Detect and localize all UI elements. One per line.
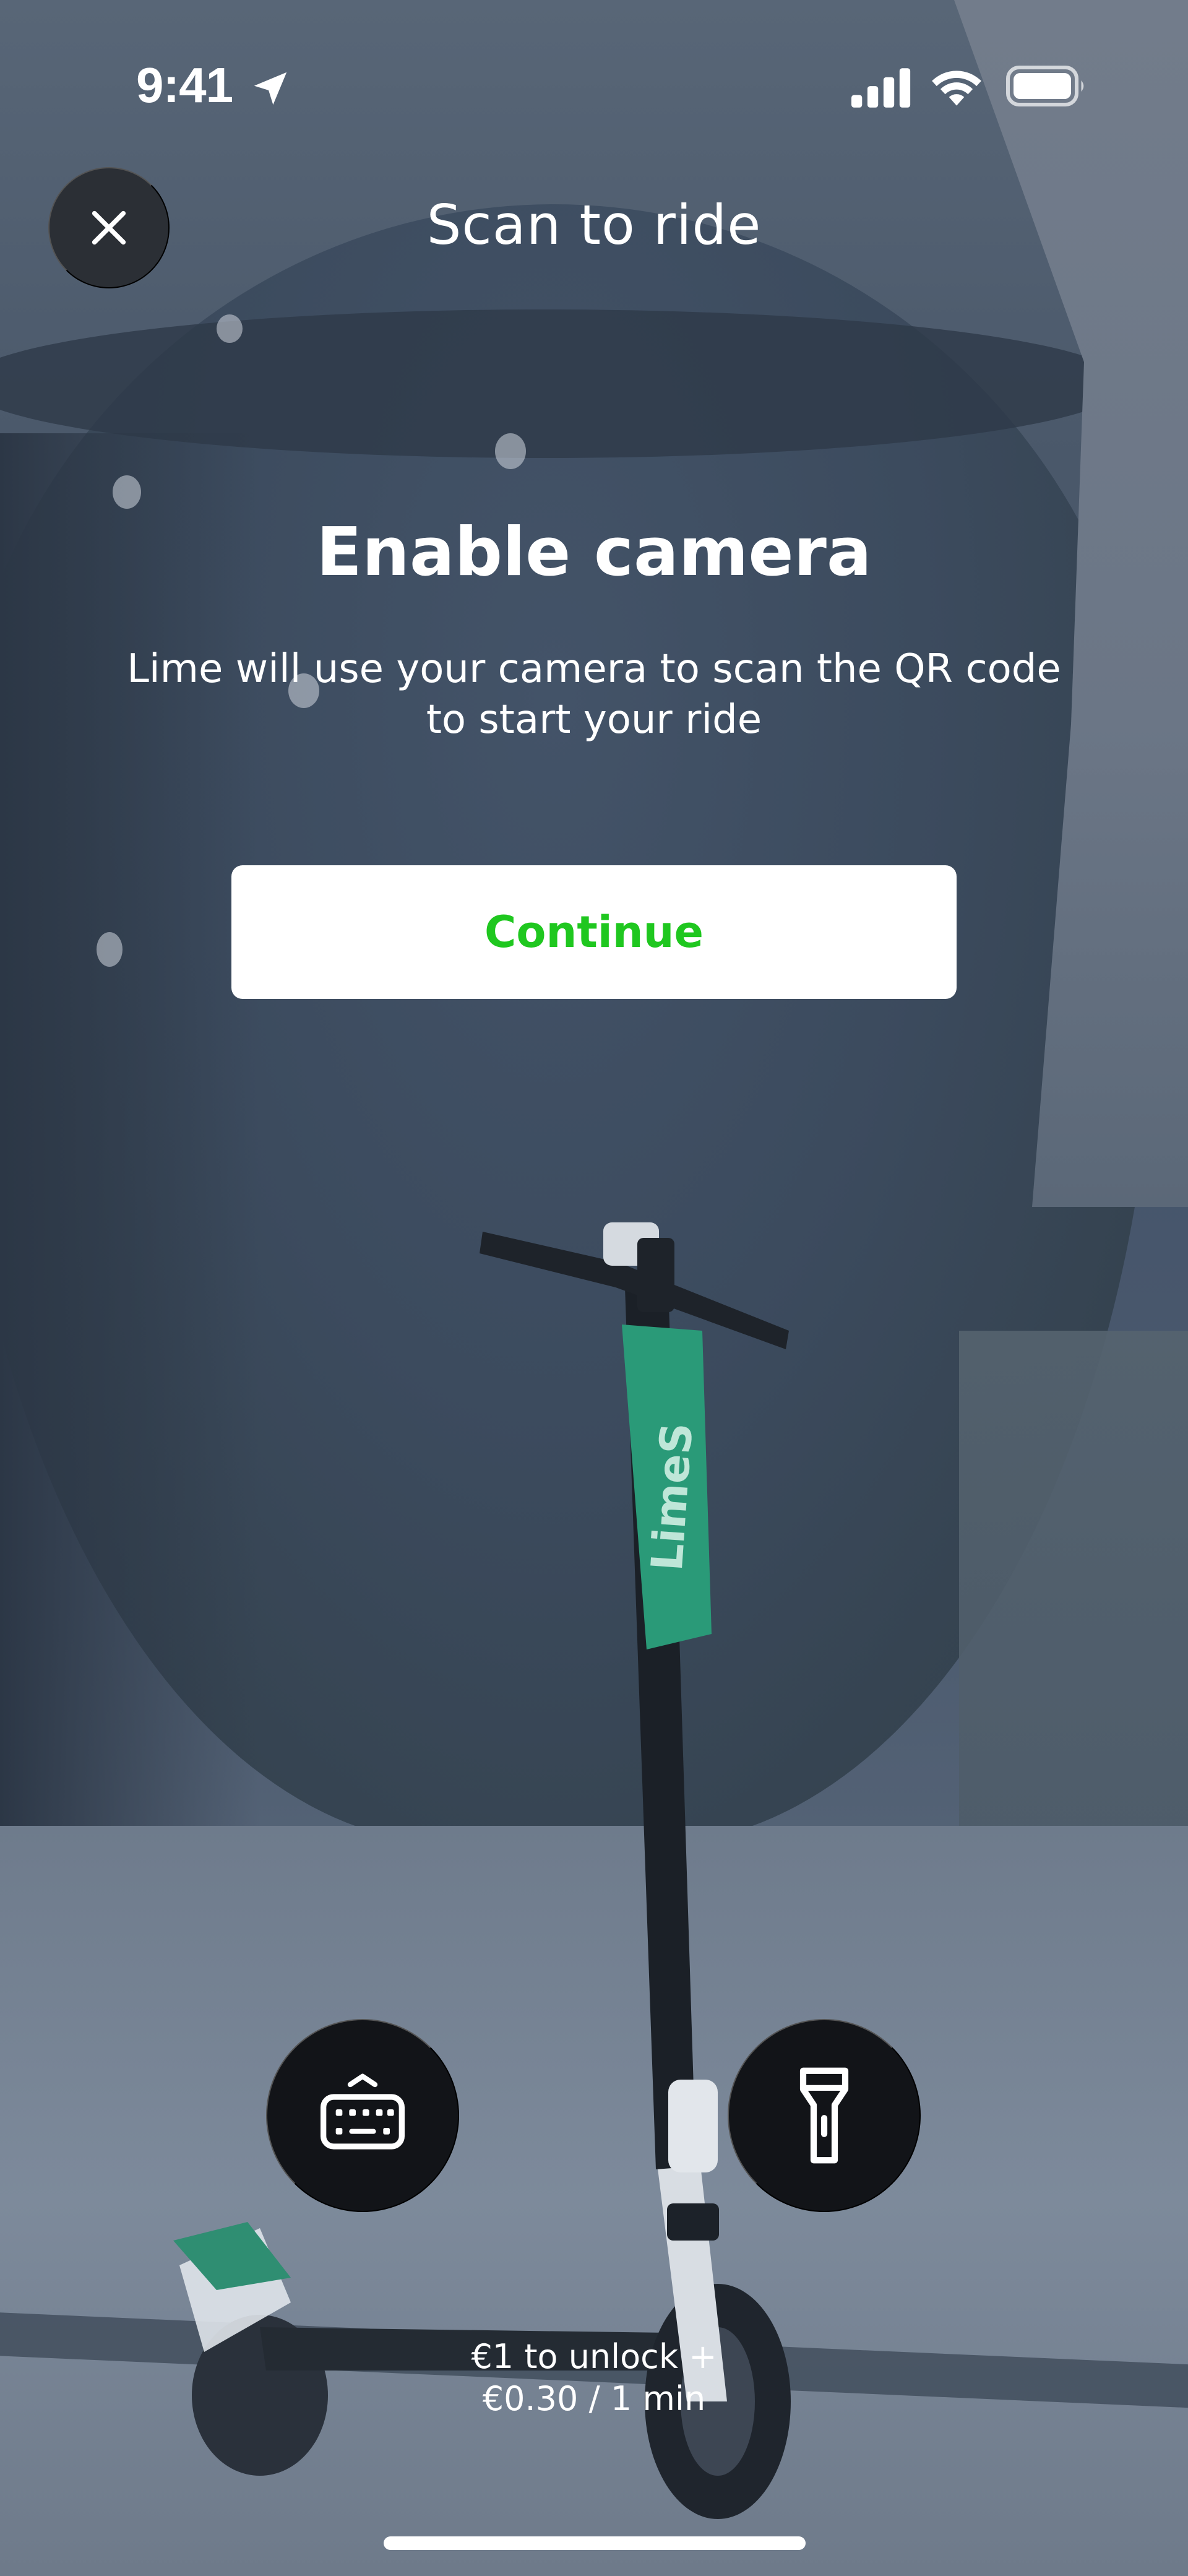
- home-indicator[interactable]: [384, 2536, 806, 2550]
- page-title: Scan to ride: [426, 193, 762, 257]
- wifi-icon: [932, 71, 981, 106]
- cellular-signal-icon: [851, 68, 911, 108]
- flashlight-button[interactable]: [728, 2019, 921, 2212]
- enable-camera-title: Enable camera: [316, 514, 872, 591]
- battery-icon: [1006, 66, 1084, 106]
- location-arrow-icon: [254, 72, 287, 105]
- pricing-per-minute: €0.30 / 1 min: [482, 2379, 706, 2418]
- continue-button[interactable]: Continue: [231, 865, 957, 999]
- status-time: 9:41: [136, 58, 233, 113]
- pricing-info: €1 to unlock + €0.30 / 1 min: [0, 2336, 1188, 2420]
- keyboard-icon: [321, 2073, 405, 2150]
- scooter-brand-label: LimeS: [642, 1421, 703, 1573]
- scan-to-ride-screen: LimeS 9:41 Scan to ride Enable camera Li: [0, 0, 1188, 2576]
- flashlight-icon: [799, 2067, 849, 2164]
- enable-camera-description: Lime will use your camera to scan the QR…: [127, 646, 1061, 743]
- enter-code-manually-button[interactable]: [266, 2019, 459, 2212]
- scooter-image: LimeS: [173, 1222, 791, 2519]
- pricing-unlock-fee: €1 to unlock +: [471, 2337, 717, 2376]
